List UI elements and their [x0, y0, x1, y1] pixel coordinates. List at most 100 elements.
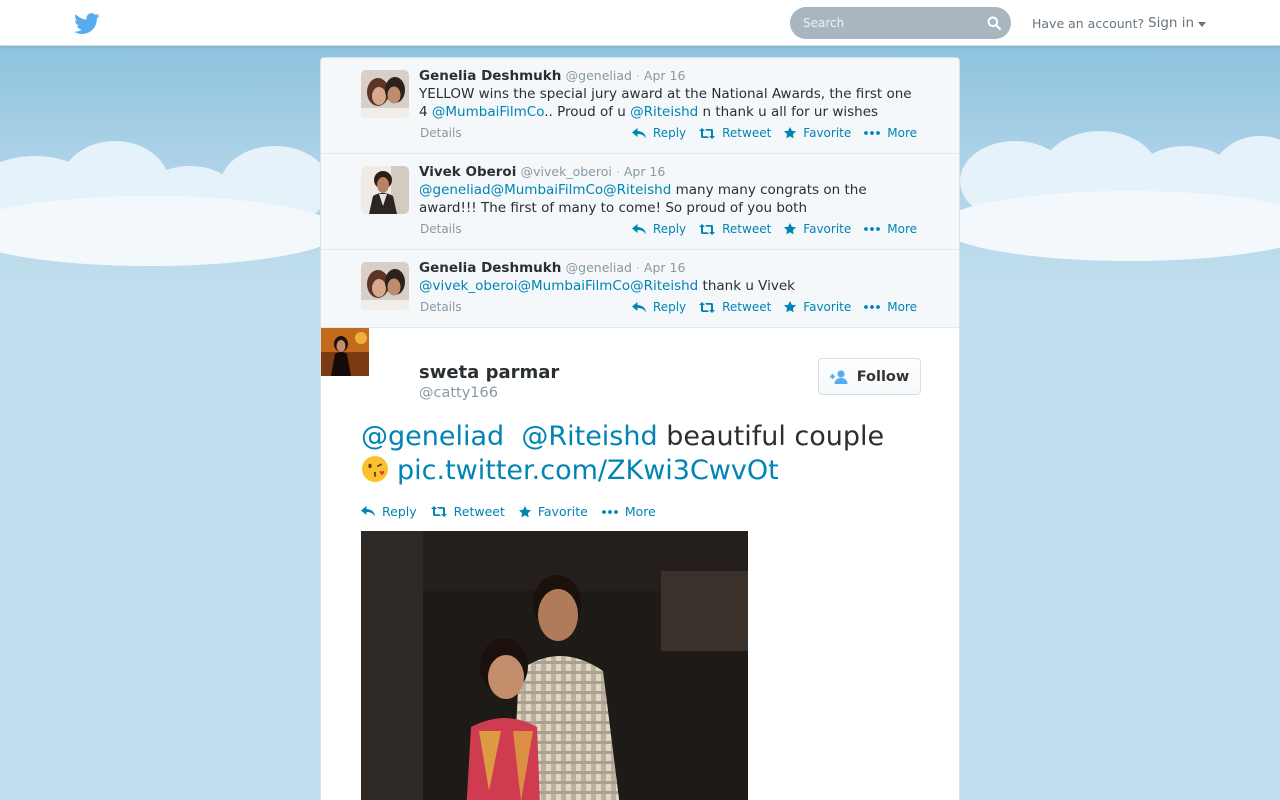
mention-link[interactable]: @Riteishd [630, 104, 698, 120]
mention-link[interactable]: @geneliad [419, 182, 491, 198]
details-link[interactable]: Details [420, 300, 462, 314]
follow-label: Follow [856, 368, 910, 385]
star-icon [518, 505, 531, 517]
tweet-text: @vivek_oberoi@MumbaiFilmCo@Riteishd than… [419, 277, 919, 295]
avatar[interactable] [361, 70, 409, 118]
tweet-header: Vivek Oberoi @vivek_oberoi · Apr 16 [419, 163, 919, 181]
retweet-button[interactable]: Retweet [699, 126, 771, 140]
retweet-button[interactable]: Retweet [699, 222, 771, 236]
permalink-tweet-text: @geneliad @Riteishd beautiful couple pic… [361, 420, 941, 488]
reply-button[interactable]: Reply [631, 222, 686, 236]
permalink-screen-name[interactable]: @catty166 [419, 385, 498, 401]
more-label: More [624, 504, 656, 519]
mention-link[interactable]: @MumbaiFilmCo [432, 104, 544, 120]
favorite-button[interactable]: Favorite [784, 300, 851, 314]
favorite-button[interactable]: Favorite [784, 126, 851, 140]
separator-dot: · [635, 260, 640, 275]
caret-down-icon [1198, 21, 1207, 27]
tweet-fullname[interactable]: Vivek Oberoi [419, 164, 516, 180]
mention-link[interactable]: @Riteishd [521, 421, 657, 452]
ancestor-tweet[interactable]: Vivek Oberoi @vivek_oberoi · Apr 16 @genel… [321, 154, 959, 250]
tweet-text-segment: n thank u all for ur wishes [698, 104, 879, 120]
retweet-label: Retweet [722, 222, 772, 236]
reply-icon [631, 301, 646, 312]
permalink-fullname[interactable]: sweta parmar [419, 362, 559, 383]
favorite-button[interactable]: Favorite [518, 504, 588, 519]
favorite-label: Favorite [803, 222, 852, 236]
kissing-face-emoji-icon [362, 456, 388, 482]
more-dots-icon [864, 131, 881, 135]
favorite-button[interactable]: Favorite [784, 222, 851, 236]
tweet-actions: Details Reply Retweet Favorite More [419, 124, 919, 146]
mention-link[interactable]: @MumbaiFilmCo [518, 278, 631, 294]
tweet-header: Genelia Deshmukh @geneliad · Apr 16 [419, 259, 919, 277]
tweet-text: YELLOW wins the special jury award at th… [419, 85, 919, 121]
tweet-text: @geneliad@MumbaiFilmCo@Riteishd many man… [419, 181, 919, 217]
retweet-button[interactable]: Retweet [430, 504, 505, 519]
mention-link[interactable]: @Riteishd [630, 278, 698, 294]
details-link[interactable]: Details [420, 126, 462, 140]
favorite-label: Favorite [537, 504, 588, 519]
mention-link[interactable]: @geneliad [361, 421, 504, 452]
reply-label: Reply [382, 504, 417, 519]
more-button[interactable]: More [864, 300, 917, 314]
tweet-screen-name[interactable]: @geneliad [566, 260, 632, 275]
permalink-actions: Reply Retweet Favorite More [361, 504, 656, 519]
retweet-icon [430, 506, 447, 517]
tweet-fullname[interactable]: Genelia Deshmukh [419, 68, 561, 84]
more-label: More [887, 300, 917, 314]
tweet-screen-name[interactable]: @vivek_oberoi [521, 164, 612, 179]
reply-label: Reply [652, 300, 687, 314]
mention-link[interactable]: @vivek_oberoi [419, 278, 518, 294]
have-account-text: Have an account? [1032, 16, 1145, 31]
more-button[interactable]: More [864, 126, 917, 140]
tweet-timestamp[interactable]: Apr 16 [624, 164, 666, 179]
tweet-text-segment: thank u Vivek [698, 278, 795, 294]
follow-button[interactable]: Follow [818, 358, 921, 395]
add-user-icon [829, 369, 848, 384]
tweet-actions: Details Reply Retweet Favorite More [419, 298, 919, 320]
search-box [790, 7, 1011, 39]
avatar[interactable] [361, 262, 409, 310]
star-icon [784, 301, 797, 313]
tweet-header: Genelia Deshmukh @geneliad · Apr 16 [419, 67, 919, 85]
sign-in-dropdown[interactable]: Sign in [1148, 15, 1207, 31]
separator-dot: · [635, 68, 640, 83]
reply-icon [631, 223, 646, 234]
more-dots-icon [864, 305, 881, 309]
twitter-bird-icon[interactable] [74, 12, 100, 36]
star-icon [784, 127, 797, 139]
favorite-label: Favorite [803, 126, 852, 140]
details-link[interactable]: Details [420, 222, 462, 236]
reply-label: Reply [652, 126, 687, 140]
reply-button[interactable]: Reply [361, 504, 417, 519]
more-button[interactable]: More [864, 222, 917, 236]
mention-link[interactable]: @MumbaiFilmCo [491, 182, 604, 198]
reply-button[interactable]: Reply [631, 126, 687, 140]
retweet-icon [699, 301, 716, 313]
search-icon[interactable] [987, 16, 1001, 30]
avatar[interactable] [361, 166, 409, 214]
retweet-button[interactable]: Retweet [699, 300, 771, 314]
ancestor-tweet[interactable]: Genelia Deshmukh @geneliad · Apr 16 YELLOW… [321, 58, 959, 154]
tweet-text-segment: beautiful couple [657, 421, 885, 452]
more-button[interactable]: More [601, 504, 656, 519]
mention-link[interactable]: @Riteishd [603, 182, 671, 198]
ancestor-tweet[interactable]: Genelia Deshmukh @geneliad · Apr 16 @vivek… [321, 250, 959, 328]
separator-dot: · [615, 164, 620, 179]
tweet-screen-name[interactable]: @geneliad [566, 68, 632, 83]
reply-icon [631, 127, 646, 138]
tweet-timestamp[interactable]: Apr 16 [644, 68, 686, 83]
reply-button[interactable]: Reply [631, 300, 687, 314]
search-input[interactable] [790, 7, 980, 39]
conversation-column: Genelia Deshmukh @geneliad · Apr 16 YELLOW… [320, 57, 960, 800]
tweet-text-segment: .. Proud of u [544, 104, 631, 120]
retweet-label: Retweet [722, 126, 772, 140]
tweet-photo[interactable] [361, 531, 748, 800]
tweet-fullname[interactable]: Genelia Deshmukh [419, 260, 561, 276]
tweet-timestamp[interactable]: Apr 16 [644, 260, 686, 275]
photo-link[interactable]: pic.twitter.com/ZKwi3CwvOt [397, 455, 779, 486]
retweet-icon [699, 127, 716, 139]
retweet-label: Retweet [453, 504, 505, 519]
more-label: More [887, 222, 917, 236]
